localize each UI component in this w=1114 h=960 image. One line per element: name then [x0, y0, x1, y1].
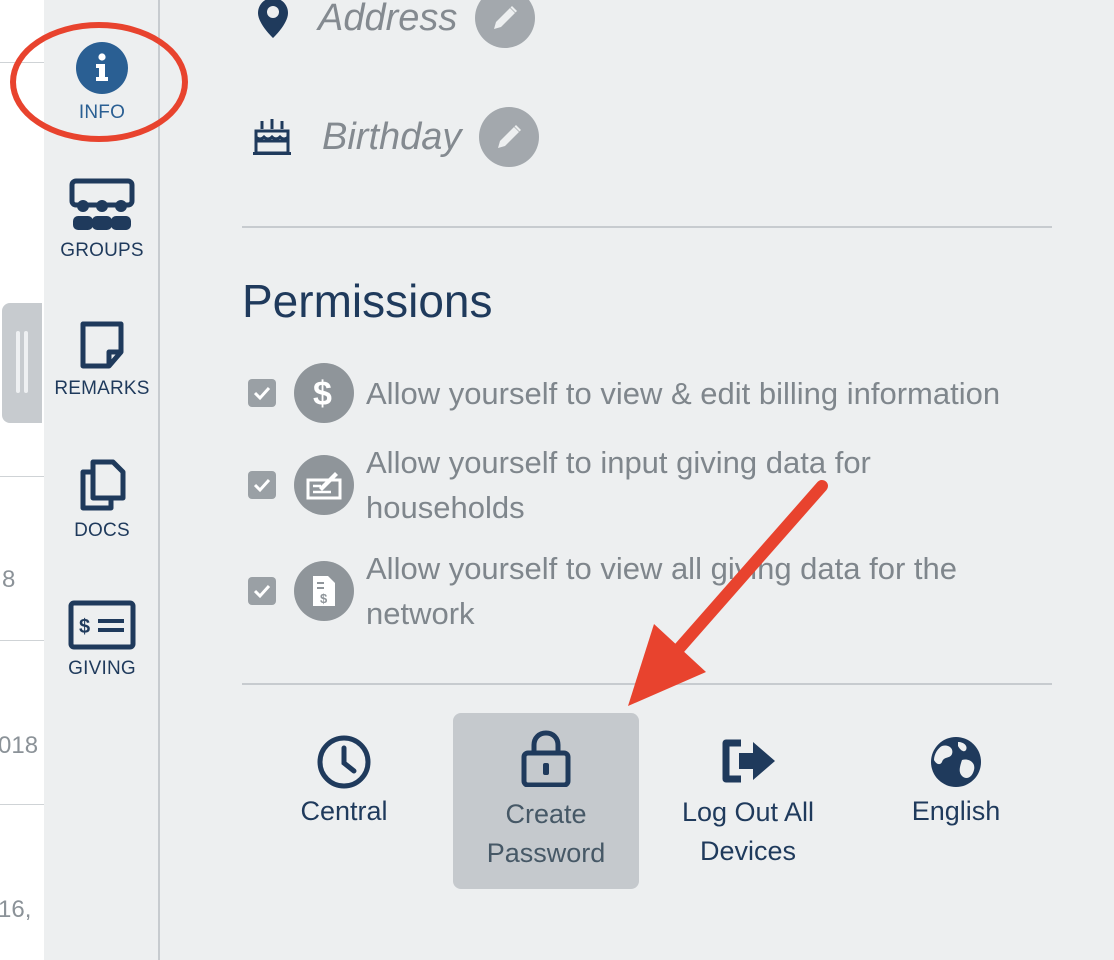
edit-birthday-button[interactable]	[479, 107, 540, 167]
permission-input-giving: Allow yourself to input giving data for …	[248, 440, 926, 530]
row-fragment-text: 16,	[0, 896, 32, 923]
lock-icon	[521, 730, 571, 787]
nav-item-docs[interactable]: DOCS	[44, 458, 160, 542]
row-fragment-text: 018	[0, 732, 39, 759]
pencil-icon	[498, 125, 522, 148]
map-pin-icon	[258, 0, 288, 38]
docs-icon	[80, 459, 126, 511]
permissions-title: Permissions	[242, 275, 493, 327]
info-icon	[76, 42, 128, 94]
permission-checkbox[interactable]	[248, 379, 276, 407]
dollar-icon: $	[294, 363, 354, 423]
permission-text: Allow yourself to input giving data for …	[366, 445, 871, 525]
profile-sidebar-nav: INFO GROUPS REMARKS DOCS $ GIVING	[44, 0, 160, 960]
permission-billing: $ Allow yourself to view & edit billing …	[248, 363, 1066, 423]
address-field: Address	[256, 0, 536, 48]
panel-drag-handle[interactable]	[2, 303, 42, 423]
remarks-icon	[80, 321, 124, 369]
permission-view-giving: $ Allow yourself to view all giving data…	[248, 546, 986, 636]
edit-address-button[interactable]	[475, 0, 536, 48]
globe-icon	[931, 737, 981, 787]
address-label: Address	[318, 0, 458, 39]
checkmark-icon	[253, 478, 271, 493]
action-label: Create Password	[486, 799, 606, 868]
row-divider	[0, 804, 44, 805]
birthday-label: Birthday	[322, 115, 462, 158]
action-label: Log Out All Devices	[681, 797, 815, 866]
permission-checkbox[interactable]	[248, 577, 276, 605]
nav-item-giving[interactable]: $ GIVING	[44, 600, 160, 680]
nav-item-groups[interactable]: GROUPS	[44, 178, 160, 262]
nav-label: GIVING	[68, 658, 136, 679]
background-panel-strip: 8 018 16,	[0, 0, 44, 960]
pencil-icon	[494, 6, 518, 29]
clock-icon	[317, 735, 371, 789]
language-button[interactable]: English	[896, 734, 1016, 831]
nav-item-info[interactable]: INFO	[44, 42, 160, 124]
nav-label: REMARKS	[54, 378, 150, 399]
giving-icon: $	[68, 600, 136, 650]
checkmark-icon	[253, 386, 271, 401]
svg-text:$: $	[320, 591, 328, 606]
permission-checkbox[interactable]	[248, 471, 276, 499]
row-fragment-text: 8	[2, 566, 16, 593]
birthday-field: Birthday	[252, 107, 540, 167]
nav-item-remarks[interactable]: REMARKS	[44, 320, 160, 400]
row-divider	[0, 476, 44, 477]
action-label: English	[911, 796, 1001, 826]
create-password-button[interactable]: Create Password	[453, 713, 639, 889]
sign-out-icon	[722, 739, 775, 783]
groups-icon	[69, 178, 135, 230]
nav-label: INFO	[78, 102, 126, 123]
nav-label: GROUPS	[60, 240, 144, 261]
section-divider	[242, 683, 1052, 685]
log-out-all-devices-button[interactable]: Log Out All Devices	[672, 738, 824, 871]
permission-text: Allow yourself to view & edit billing in…	[366, 375, 1001, 411]
birthday-cake-icon	[253, 119, 291, 155]
invoice-icon: $	[294, 561, 354, 621]
section-divider	[242, 226, 1052, 228]
svg-text:$: $	[313, 375, 332, 411]
timezone-button[interactable]: Central	[282, 734, 406, 831]
checkmark-icon	[253, 584, 271, 599]
action-label: Central	[300, 796, 388, 826]
row-divider	[0, 640, 44, 641]
permission-text: Allow yourself to view all giving data f…	[366, 551, 958, 631]
nav-label: DOCS	[74, 520, 130, 541]
check-writing-icon	[294, 455, 354, 515]
svg-text:$: $	[79, 616, 90, 638]
row-divider	[0, 62, 44, 63]
profile-content: Address Birthday Permissions $ Allow you…	[162, 0, 1114, 960]
